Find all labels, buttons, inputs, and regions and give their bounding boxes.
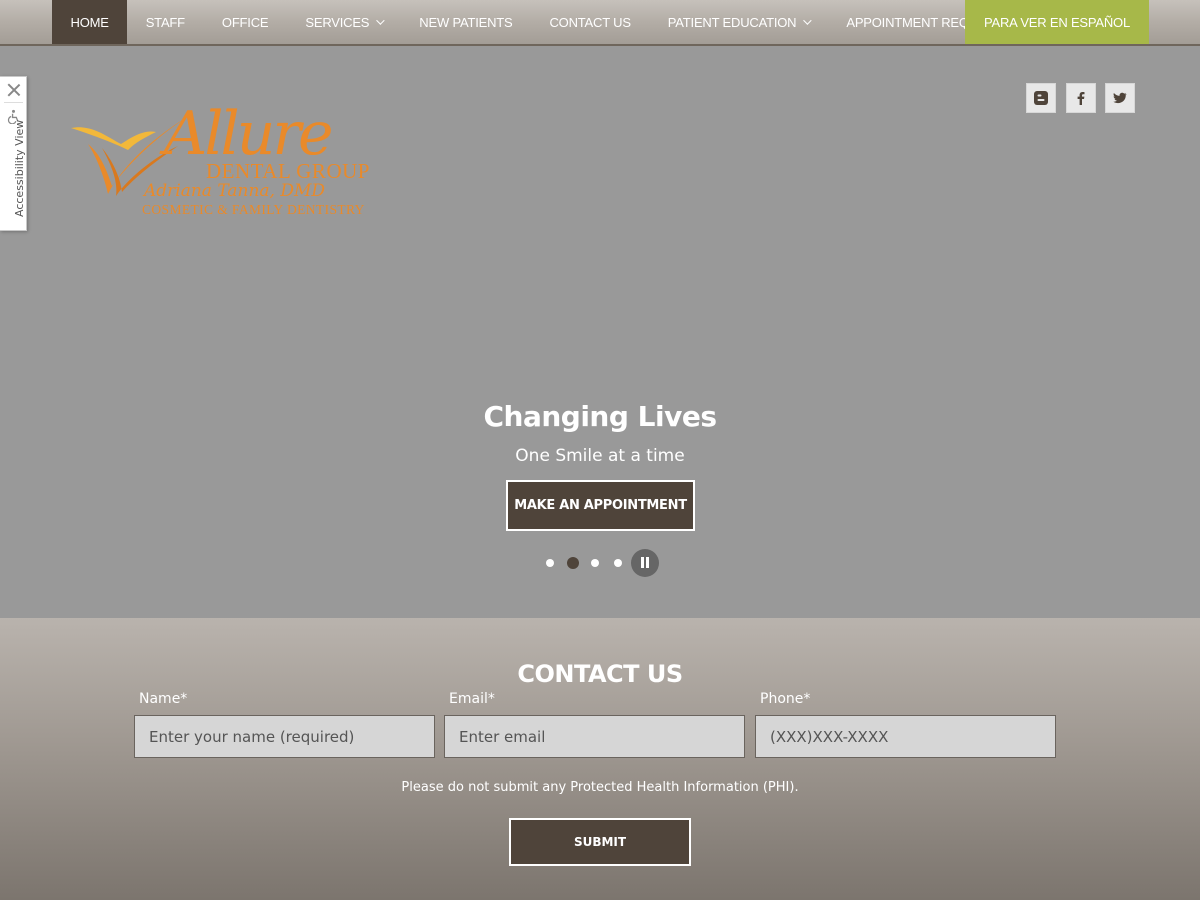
nav-item-services[interactable]: SERVICES	[287, 0, 401, 44]
svg-text:DENTAL GROUP: DENTAL GROUP	[206, 159, 370, 183]
nav-item-staff[interactable]: STAFF	[127, 0, 203, 44]
chevron-down-icon	[803, 16, 813, 25]
accessibility-view-tab[interactable]: Accessibility View	[0, 76, 27, 231]
svg-text:COSMETIC & FAMILY DENTISTRY: COSMETIC & FAMILY DENTISTRY	[142, 202, 365, 217]
nav-item-label: SERVICES	[305, 14, 370, 30]
nav-item-label: PATIENT EDUCATION	[667, 14, 797, 30]
nav-item-label: STAFF	[145, 14, 185, 30]
hero-title: Changing Lives	[483, 400, 717, 433]
accessibility-view-label: Accessibility View	[13, 119, 26, 217]
chevron-down-icon	[376, 16, 385, 25]
phone-field[interactable]	[755, 715, 1056, 758]
name-field[interactable]	[134, 715, 435, 758]
contact-section: CONTACT US Name* Email* Phone* Please do…	[0, 618, 1200, 900]
phi-disclaimer: Please do not submit any Protected Healt…	[401, 780, 799, 795]
twitter-icon	[1113, 92, 1127, 104]
blogger-link[interactable]	[1026, 83, 1056, 113]
nav-item-contact-us[interactable]: CONTACT US	[531, 0, 649, 44]
slide-dot-4[interactable]	[614, 559, 622, 567]
nav-item-office[interactable]: OFFICE	[203, 0, 286, 44]
allure-dental-logo[interactable]: Allure DENTAL GROUP Adriana Tanna, DMD C…	[66, 86, 406, 221]
name-label: Name*	[139, 691, 188, 707]
slide-dot-3[interactable]	[591, 559, 599, 567]
nav-item-patient-education[interactable]: PATIENT EDUCATION	[649, 0, 828, 44]
hero-subtitle: One Smile at a time	[515, 446, 685, 466]
slide-dot-1[interactable]	[546, 559, 554, 567]
pause-icon[interactable]	[631, 549, 659, 577]
blogger-icon	[1034, 91, 1048, 105]
divider	[4, 102, 23, 103]
nav-item-label: CONTACT US	[549, 14, 631, 30]
top-navigation: HOME STAFF OFFICE SERVICES NEW PATIENTS …	[0, 0, 1200, 46]
make-appointment-label: MAKE AN APPOINTMENT	[514, 498, 687, 513]
svg-text:Adriana Tanna, DMD: Adriana Tanna, DMD	[142, 181, 325, 201]
nav-item-home[interactable]: HOME	[52, 0, 128, 44]
nav-item-label: OFFICE	[221, 14, 269, 30]
submit-button[interactable]: SUBMIT	[509, 818, 691, 866]
nav-item-label: HOME	[70, 14, 109, 30]
contact-title: CONTACT US	[517, 660, 683, 688]
nav-menu: HOME STAFF OFFICE SERVICES NEW PATIENTS …	[52, 0, 1021, 44]
email-field[interactable]	[444, 715, 745, 758]
facebook-icon	[1077, 92, 1085, 105]
facebook-link[interactable]	[1066, 83, 1096, 113]
spanish-language-button[interactable]: PARA VER EN ESPAÑOL	[965, 0, 1149, 44]
make-appointment-button[interactable]: MAKE AN APPOINTMENT	[506, 480, 695, 531]
phone-label: Phone*	[760, 691, 811, 707]
twitter-link[interactable]	[1105, 83, 1135, 113]
slide-dot-2[interactable]	[567, 557, 579, 569]
nav-item-new-patients[interactable]: NEW PATIENTS	[401, 0, 531, 44]
spanish-language-label: PARA VER EN ESPAÑOL	[984, 14, 1130, 30]
email-label: Email*	[449, 691, 495, 707]
close-icon[interactable]	[7, 83, 20, 96]
nav-item-label: NEW PATIENTS	[419, 14, 513, 30]
submit-label: SUBMIT	[573, 835, 627, 849]
